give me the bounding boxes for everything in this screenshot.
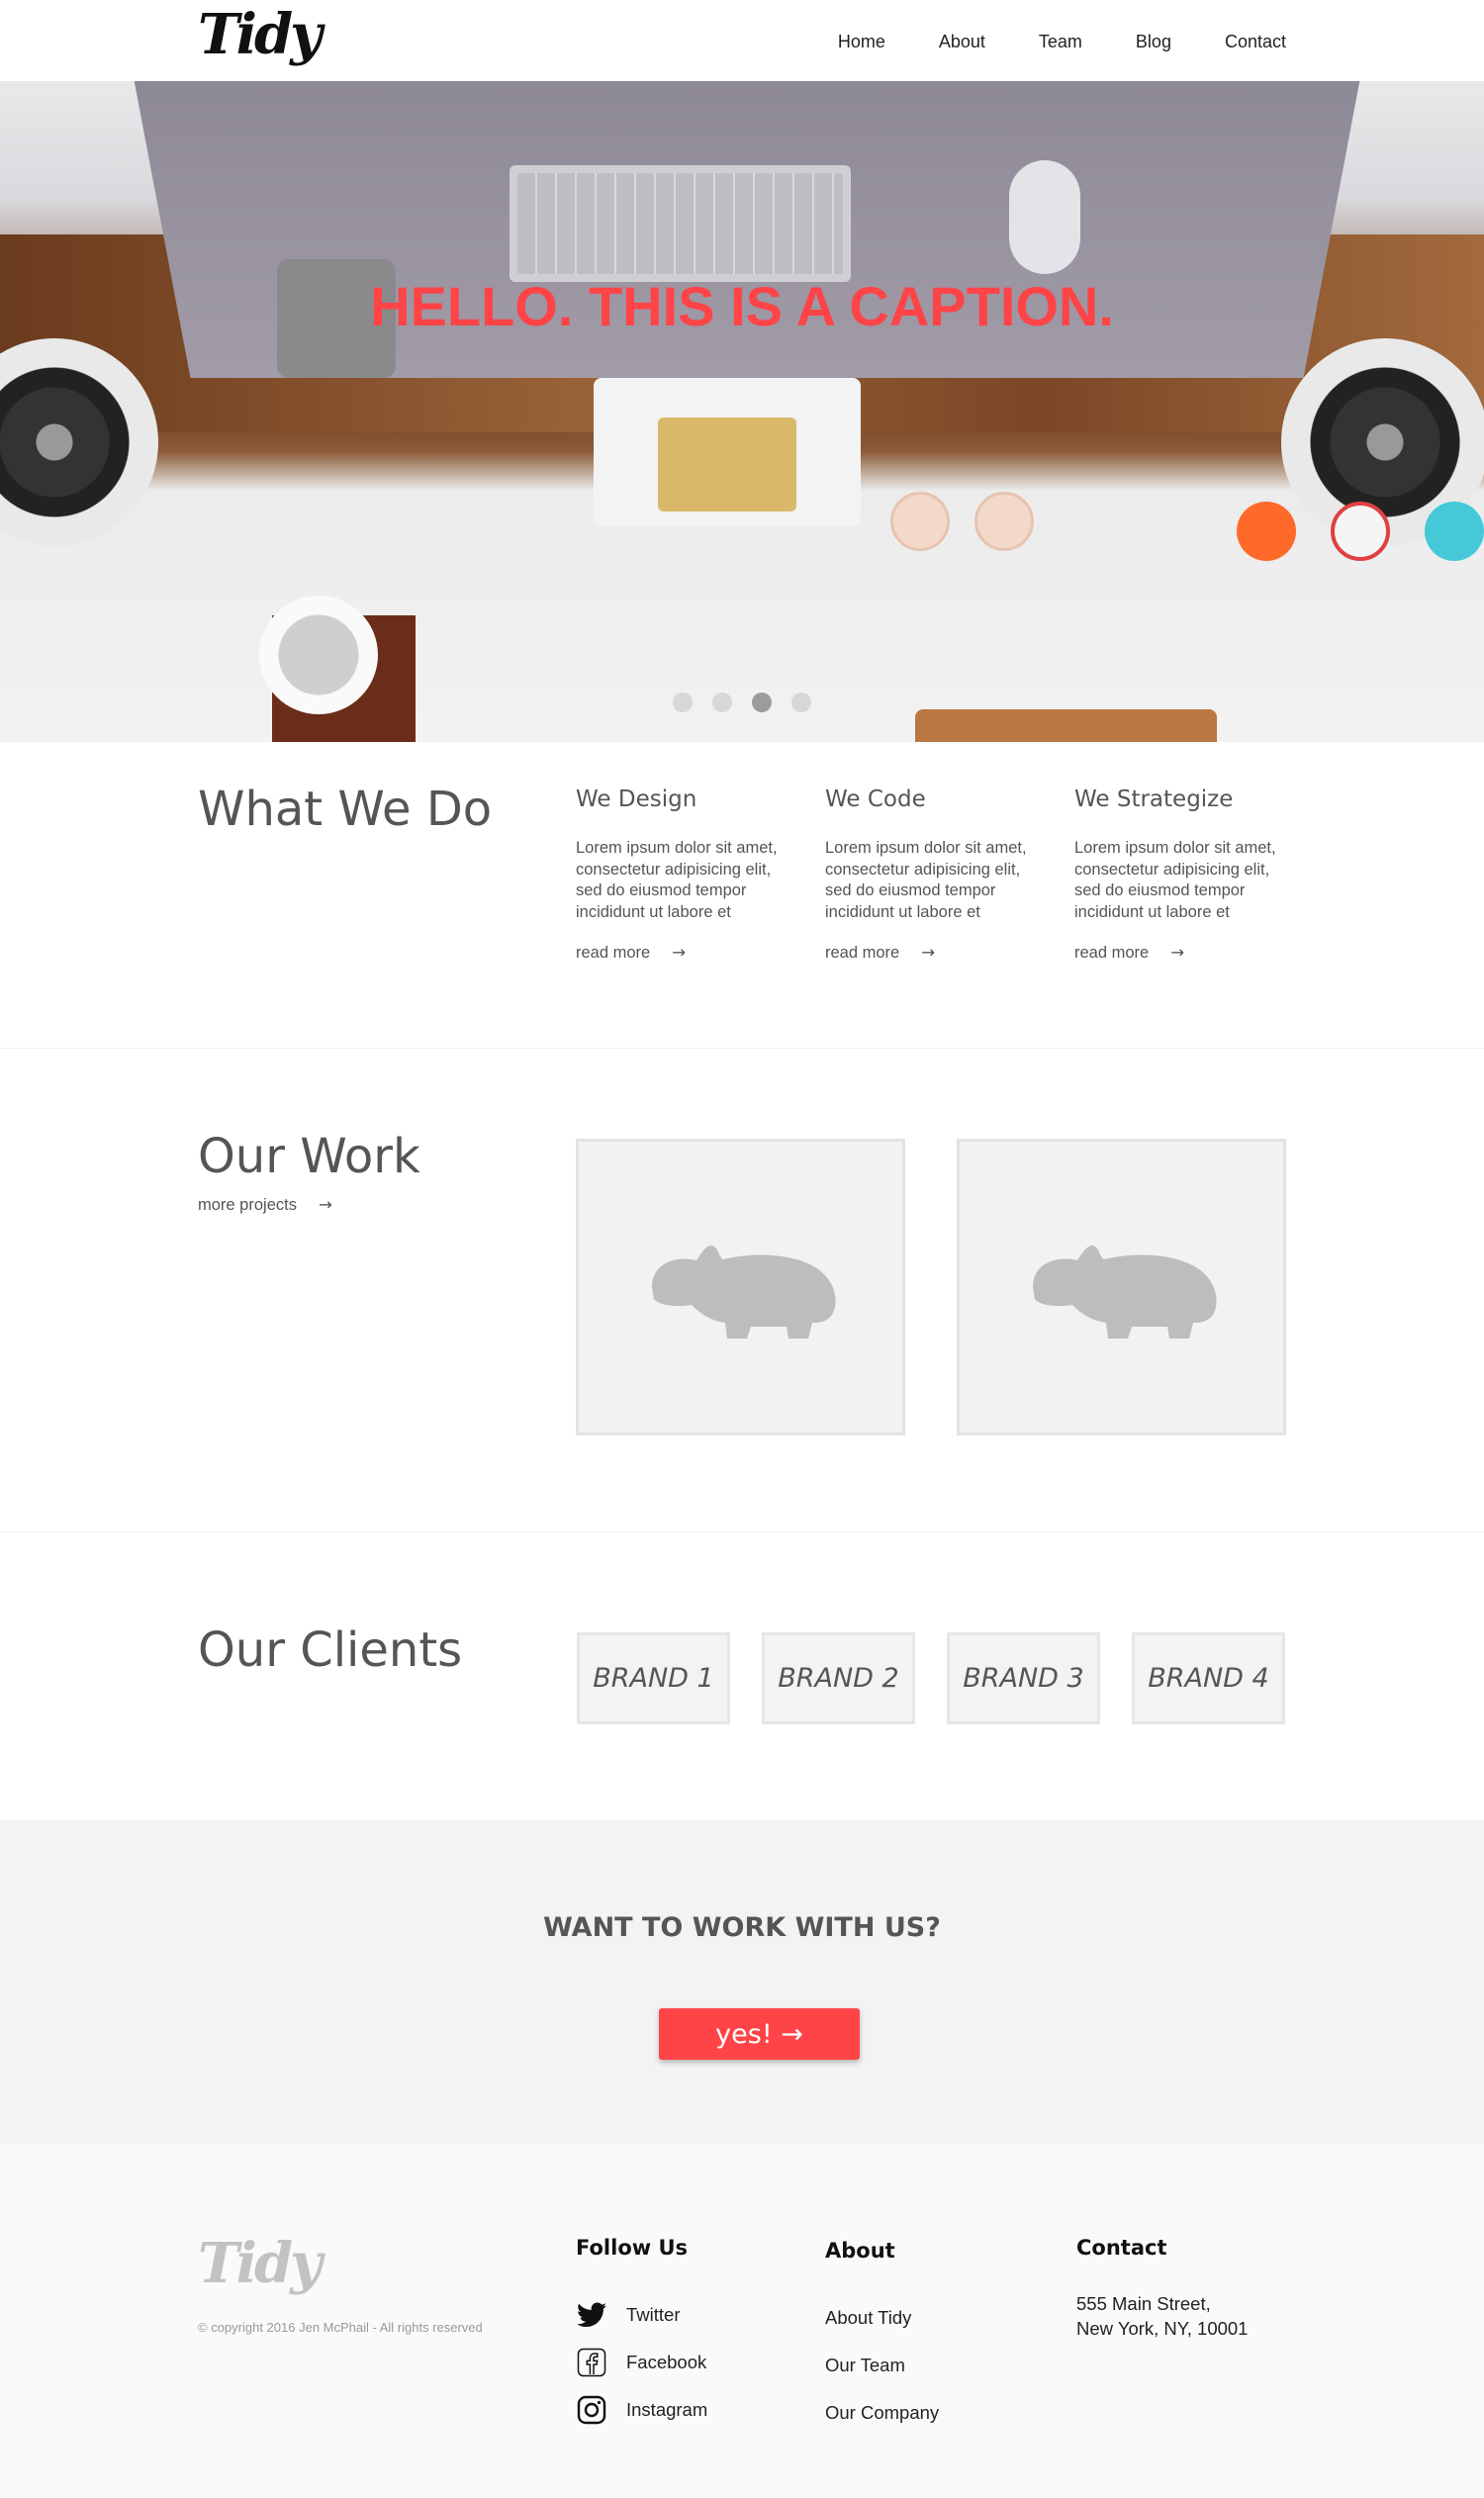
twitter-icon [576,2299,607,2331]
service-design: We Design Lorem ipsum dolor sit amet, co… [576,786,798,963]
carousel-dot[interactable] [712,693,732,712]
address-line: 555 Main Street, [1076,2293,1211,2314]
instagram-label: Instagram [626,2399,708,2420]
instagram-icon [576,2394,607,2426]
more-projects-label: more projects [198,1196,297,1214]
footer-link-our-company[interactable]: Our Company [825,2389,939,2437]
facebook-icon [576,2347,607,2378]
carousel-dot-active[interactable] [752,693,772,712]
carousel-indicators [0,693,1484,712]
footer-about-column: About About Tidy Our Team Our Company [825,2239,939,2437]
site-footer: Tidy © copyright 2016 Jen McPhail - All … [0,2144,1484,2498]
cta-yes-button[interactable]: yes! → [659,2008,860,2060]
our-clients-section: Our Clients BRAND 1 BRAND 2 BRAND 3 BRAN… [0,1533,1484,1820]
arrow-right-icon: → [318,1195,332,1214]
nav-team[interactable]: Team [1039,32,1082,52]
service-strategize: We Strategize Lorem ipsum dolor sit amet… [1074,786,1297,963]
service-title: We Design [576,786,697,812]
section-title: What We Do [198,782,493,837]
facebook-link[interactable]: Facebook [576,2339,707,2386]
cta-heading: WANT TO WORK WITH US? [543,1912,941,1943]
service-text: Lorem ipsum dolor sit amet, consectetur … [1074,839,1276,921]
read-more-label: read more [1074,944,1150,962]
client-brand[interactable]: BRAND 4 [1132,1632,1285,1724]
hero-image-leather-pad [915,709,1217,742]
hero-image-mouse [1009,160,1080,274]
arrow-right-icon: → [1170,943,1185,962]
logo[interactable]: Tidy [198,2,323,67]
footer-link-about-tidy[interactable]: About Tidy [825,2294,939,2342]
facebook-label: Facebook [626,2352,707,2372]
hero-image-plaque [658,417,796,511]
read-more-link[interactable]: read more → [576,943,686,963]
hero-carousel: HELLO. THIS IS A CAPTION. [0,81,1484,742]
hero-image-toy [1425,502,1484,561]
hero-image-toy [1237,502,1296,561]
nav-home[interactable]: Home [838,32,885,52]
cta-section: WANT TO WORK WITH US? yes! → [0,1820,1484,2144]
section-title: Our Work [198,1129,420,1184]
hippo-placeholder-icon [1032,1245,1217,1339]
service-text: Lorem ipsum dolor sit amet, consectetur … [576,839,778,921]
read-more-link[interactable]: read more → [825,943,935,963]
service-title: We Code [825,786,926,812]
client-brand[interactable]: BRAND 3 [947,1632,1100,1724]
client-brand[interactable]: BRAND 2 [762,1632,915,1724]
more-projects-link[interactable]: more projects → [198,1195,332,1215]
what-we-do-section: What We Do We Design Lorem ipsum dolor s… [0,742,1484,1049]
read-more-label: read more [825,944,900,962]
service-title: We Strategize [1074,786,1234,812]
hero-caption: HELLO. THIS IS A CAPTION. [370,275,1114,337]
read-more-link[interactable]: read more → [1074,943,1184,963]
footer-contact-column: Contact 555 Main Street, New York, NY, 1… [1076,2236,1248,2341]
footer-heading: Follow Us [576,2236,689,2260]
our-work-section: Our Work more projects → [0,1050,1484,1532]
hero-image-coin [890,492,950,551]
arrow-right-icon: → [921,943,936,962]
hero-image-keyboard [510,165,851,282]
arrow-right-icon: → [672,943,687,962]
client-brand[interactable]: BRAND 1 [577,1632,730,1724]
hero-image-coin [974,492,1034,551]
footer-heading: About [825,2239,895,2263]
section-title: Our Clients [198,1622,463,1678]
site-header: Tidy Home About Team Blog Contact [0,0,1484,81]
project-card[interactable] [957,1139,1286,1435]
footer-heading: Contact [1076,2236,1167,2260]
contact-address: 555 Main Street, New York, NY, 10001 [1076,2291,1248,2341]
twitter-link[interactable]: Twitter [576,2291,707,2339]
twitter-label: Twitter [626,2304,681,2325]
service-text: Lorem ipsum dolor sit amet, consectetur … [825,839,1027,921]
footer-logo[interactable]: Tidy [198,2231,323,2296]
footer-link-our-team[interactable]: Our Team [825,2342,939,2389]
nav-about[interactable]: About [939,32,985,52]
nav-blog[interactable]: Blog [1136,32,1171,52]
address-line: New York, NY, 10001 [1076,2318,1249,2339]
carousel-dot[interactable] [673,693,693,712]
hero-image-toy [1331,502,1390,561]
copyright-text: © copyright 2016 Jen McPhail - All right… [198,2320,483,2335]
project-card[interactable] [576,1139,905,1435]
nav-contact[interactable]: Contact [1225,32,1286,52]
footer-follow-column: Follow Us Twitter Facebook Instagram [576,2236,707,2434]
service-code: We Code Lorem ipsum dolor sit amet, cons… [825,786,1048,963]
carousel-dot[interactable] [791,693,811,712]
read-more-label: read more [576,944,651,962]
main-nav: Home About Team Blog Contact [785,32,1286,52]
hippo-placeholder-icon [651,1245,836,1339]
instagram-link[interactable]: Instagram [576,2386,707,2434]
